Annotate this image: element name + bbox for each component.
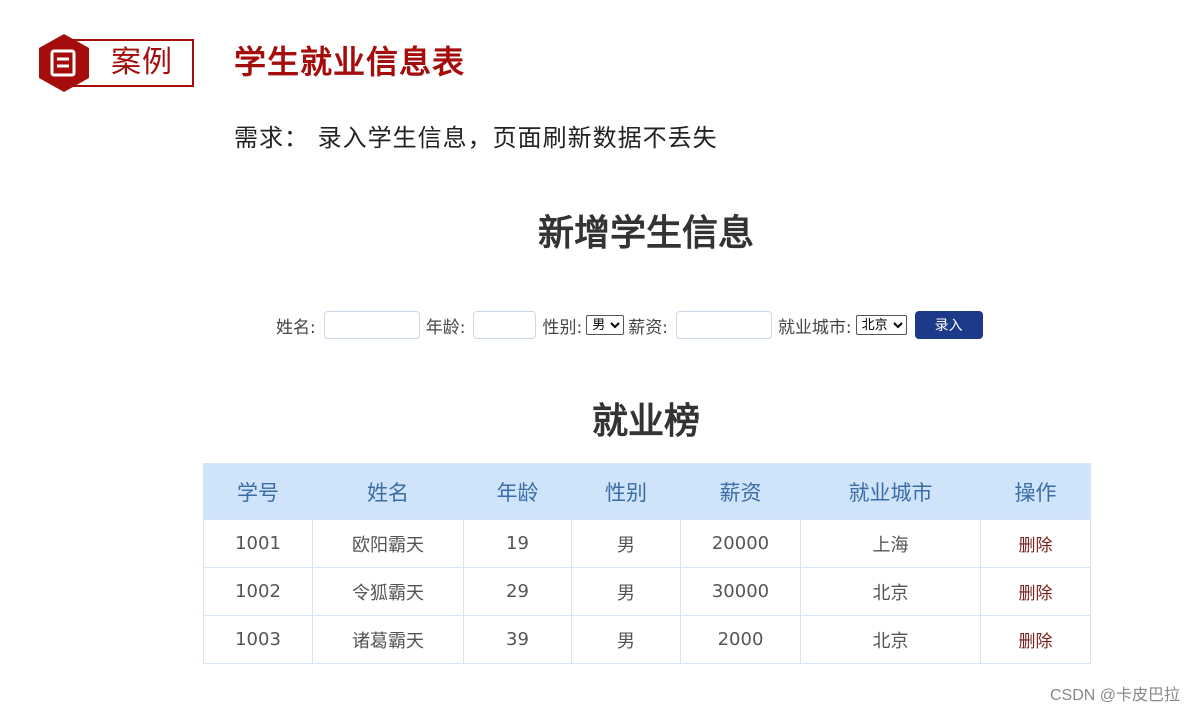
header-gender: 性别 xyxy=(571,463,681,520)
header-age: 年龄 xyxy=(463,463,572,520)
cell-student-id: 1003 xyxy=(203,615,313,664)
cell-gender: 男 xyxy=(571,615,681,664)
age-label: 年龄: xyxy=(425,317,466,338)
case-badge: 案例 xyxy=(38,33,198,93)
submit-button[interactable]: 录入 xyxy=(914,311,983,339)
table-title: 就业榜 xyxy=(591,401,700,442)
cell-age: 19 xyxy=(463,519,572,568)
cell-age: 39 xyxy=(463,615,572,664)
cell-salary: 20000 xyxy=(680,519,801,568)
requirement-text: 需求： 录入学生信息，页面刷新数据不丢失 xyxy=(234,124,718,152)
name-input[interactable] xyxy=(323,311,420,339)
table-row: 1002 令狐霸天 29 男 30000 北京 删除 xyxy=(203,567,1091,616)
cell-gender: 男 xyxy=(571,519,681,568)
student-form: 姓名: 年龄: 性别: 男 薪资: 就业城市: 北京 录入 xyxy=(276,309,983,341)
delete-link[interactable]: 删除 xyxy=(980,615,1091,664)
cell-salary: 2000 xyxy=(680,615,801,664)
header-name: 姓名 xyxy=(312,463,464,520)
header-action: 操作 xyxy=(980,463,1091,520)
cell-name: 诸葛霸天 xyxy=(312,615,464,664)
page-title: 学生就业信息表 xyxy=(234,43,466,81)
watermark: CSDN @卡皮巴拉 xyxy=(1049,687,1180,704)
cell-salary: 30000 xyxy=(680,567,801,616)
form-title: 新增学生信息 xyxy=(537,213,754,254)
cell-age: 29 xyxy=(463,567,572,616)
delete-link[interactable]: 删除 xyxy=(980,567,1091,616)
table-header-row: 学号 姓名 年龄 性别 薪资 就业城市 操作 xyxy=(203,463,1091,520)
case-badge-label: 案例 xyxy=(111,45,173,80)
salary-label: 薪资: xyxy=(628,317,668,338)
gender-select[interactable]: 男 xyxy=(586,315,625,335)
header-student-id: 学号 xyxy=(203,463,313,520)
city-select[interactable]: 北京 xyxy=(855,315,907,335)
cell-city: 北京 xyxy=(800,567,981,616)
delete-link[interactable]: 删除 xyxy=(980,519,1091,568)
cell-city: 上海 xyxy=(800,519,981,568)
cell-student-id: 1002 xyxy=(203,567,313,616)
document-icon xyxy=(39,34,89,92)
table-row: 1001 欧阳霸天 19 男 20000 上海 删除 xyxy=(203,519,1091,568)
header-salary: 薪资 xyxy=(680,463,801,520)
city-label: 就业城市: xyxy=(777,317,852,338)
gender-label: 性别: xyxy=(542,317,583,338)
cell-city: 北京 xyxy=(800,615,981,664)
salary-input[interactable] xyxy=(675,311,772,339)
employment-table: 学号 姓名 年龄 性别 薪资 就业城市 操作 1001 欧阳霸天 19 男 20… xyxy=(203,463,1091,664)
header-city: 就业城市 xyxy=(800,463,981,520)
cell-student-id: 1001 xyxy=(203,519,313,568)
table-row: 1003 诸葛霸天 39 男 2000 北京 删除 xyxy=(203,615,1091,664)
cell-name: 令狐霸天 xyxy=(312,567,464,616)
cell-name: 欧阳霸天 xyxy=(312,519,464,568)
name-label: 姓名: xyxy=(276,317,316,338)
cell-gender: 男 xyxy=(571,567,681,616)
age-input[interactable] xyxy=(473,311,537,339)
